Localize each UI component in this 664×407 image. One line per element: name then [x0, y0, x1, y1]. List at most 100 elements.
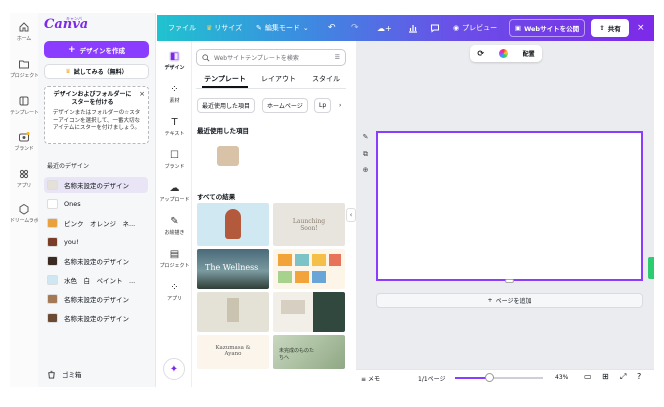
- create-design-button[interactable]: + デザインを作成: [44, 41, 149, 58]
- recent-design-item[interactable]: 名称未設定のデザイン: [44, 177, 148, 193]
- file-menu[interactable]: ファイル: [168, 15, 196, 41]
- filter-icon[interactable]: ☰: [335, 54, 340, 61]
- free-trial-button[interactable]: ♛ 試してみる（無料）: [44, 64, 149, 79]
- panel-tab-projects[interactable]: ▤ プロジェクト: [157, 249, 192, 269]
- notes-button[interactable]: ≡ メモ: [361, 374, 380, 383]
- chip-lp[interactable]: Lp: [314, 98, 332, 113]
- recent-design-label: 名称未設定のデザイン: [64, 296, 129, 304]
- cloud-save-icon[interactable]: ☁+: [377, 15, 392, 41]
- star-promo-card: デザインおよびフォルダーにスターを付ける デザインまたはフォルダーの☆スターアイ…: [44, 86, 149, 144]
- close-icon[interactable]: ×: [139, 90, 145, 98]
- recent-design-label: ピンク オレンジ ネ...: [64, 220, 136, 228]
- page-grid-icon[interactable]: ▭: [584, 372, 592, 381]
- fullscreen-icon[interactable]: ⤢: [620, 372, 626, 382]
- design-page[interactable]: [376, 131, 643, 281]
- recent-design-item[interactable]: 名称未設定のデザイン: [44, 253, 148, 269]
- undo-icon[interactable]: ↶: [328, 15, 336, 41]
- template-thumb[interactable]: [197, 203, 269, 246]
- panel-tab-elements[interactable]: ⁘ 素材: [157, 84, 192, 104]
- layout-button[interactable]: 配置: [523, 49, 535, 58]
- thumb-shape: [295, 254, 309, 266]
- side-helper-tab[interactable]: [648, 257, 654, 279]
- notes-icon[interactable]: ✎: [361, 133, 370, 142]
- dream-lab-icon: [18, 203, 30, 215]
- recent-template-thumb[interactable]: [197, 136, 269, 178]
- insights-icon[interactable]: [408, 15, 418, 41]
- chips-scroll-right[interactable]: ›: [337, 98, 344, 113]
- rail-item-apps[interactable]: アプリ: [10, 168, 38, 189]
- panel-tab-label: プロジェクト: [159, 263, 190, 269]
- template-thumb[interactable]: The Wellness: [197, 249, 269, 289]
- comment-icon[interactable]: [430, 15, 440, 41]
- rail-item-projects[interactable]: プロジェクト: [10, 58, 38, 79]
- thumb-text: 未完成のものたちへ: [279, 348, 315, 361]
- panel-tab-apps[interactable]: ⁘ アプリ: [157, 282, 192, 302]
- rail-item-brand[interactable]: ブランド: [10, 131, 38, 152]
- template-search-input[interactable]: Webサイトテンプレートを検索 ☰: [196, 49, 346, 66]
- rail-item-templates[interactable]: テンプレート: [10, 95, 38, 116]
- thumb-shape: [295, 271, 309, 283]
- recent-design-label: Ones: [64, 200, 81, 208]
- page-resize-handle[interactable]: [505, 279, 514, 283]
- create-design-label: デザインを作成: [79, 46, 126, 55]
- recent-design-item[interactable]: ピンク オレンジ ネ...: [44, 215, 148, 231]
- panel-tab-draw[interactable]: ✎ お絵描き: [157, 216, 192, 236]
- projects-icon: ▤: [169, 249, 180, 260]
- template-thumb[interactable]: Kazumasa & Ayano: [197, 335, 269, 369]
- trash-button[interactable]: ゴミ箱: [47, 369, 82, 379]
- recent-design-item[interactable]: 水色 白 ペイント ...: [44, 272, 148, 288]
- resize-menu[interactable]: ♛ リサイズ: [206, 15, 242, 41]
- search-icon: [202, 53, 210, 62]
- search-placeholder: Webサイトテンプレートを検索: [214, 55, 299, 62]
- add-page-side-icon[interactable]: ⊕: [361, 166, 370, 175]
- refresh-icon[interactable]: ⟳: [477, 49, 484, 58]
- tab-layouts[interactable]: レイアウト: [261, 74, 296, 88]
- panel-tab-upload[interactable]: ☁ アップロード: [157, 183, 192, 203]
- recent-design-item[interactable]: 名称未設定のデザイン: [44, 310, 148, 326]
- share-icon: ⇪: [599, 24, 605, 32]
- plus-icon: +: [487, 297, 493, 304]
- template-thumb[interactable]: Launching Soon!: [273, 203, 345, 246]
- design-thumbnail: [47, 199, 58, 209]
- promo-title: デザインおよびフォルダーにスターを付ける: [53, 91, 132, 106]
- panel-collapse-handle[interactable]: ‹: [346, 208, 356, 222]
- plus-icon: +: [67, 44, 76, 55]
- trash-icon: [47, 370, 56, 379]
- preview-button[interactable]: ◉ プレビュー: [453, 15, 497, 41]
- chip-recent[interactable]: 最近使用した項目: [197, 98, 256, 113]
- tab-templates[interactable]: テンプレート: [202, 74, 248, 88]
- grid-view-icon[interactable]: ⊞: [602, 372, 609, 381]
- page-count[interactable]: 1/1ページ: [418, 374, 446, 383]
- recent-design-item[interactable]: Ones: [44, 196, 148, 212]
- chip-homepage[interactable]: ホームページ: [262, 98, 308, 113]
- duplicate-page-icon[interactable]: ⧉: [361, 150, 370, 159]
- share-button[interactable]: ⇪ 共有: [591, 19, 629, 37]
- template-thumb[interactable]: [273, 249, 345, 289]
- zoom-slider-handle[interactable]: [485, 373, 494, 382]
- close-editor-icon[interactable]: ×: [637, 15, 645, 41]
- redo-icon[interactable]: ↷: [351, 15, 359, 41]
- template-thumb[interactable]: [273, 292, 345, 332]
- rail-item-home[interactable]: ホーム: [10, 21, 38, 42]
- recent-design-item[interactable]: 名称未設定のデザイン: [44, 291, 148, 307]
- color-wheel-icon[interactable]: [498, 49, 508, 58]
- add-page-button[interactable]: + ページを追加: [376, 293, 643, 308]
- tab-styles[interactable]: スタイル: [312, 74, 340, 88]
- panel-tab-brand[interactable]: ☐ ブランド: [157, 150, 192, 170]
- eye-icon: ◉: [453, 24, 460, 32]
- tab-divider: [196, 88, 346, 89]
- publish-website-button[interactable]: ▣ Webサイトを公開: [509, 19, 585, 37]
- magic-sparkle-icon[interactable]: ✦: [163, 358, 185, 380]
- recent-design-label: you!: [64, 238, 79, 246]
- rail-item-dream-lab[interactable]: ドリームラボ: [10, 203, 38, 224]
- template-thumb[interactable]: 未完成のものたちへ: [273, 335, 345, 369]
- rail-label: ブランド: [14, 146, 34, 152]
- zoom-level[interactable]: 43%: [555, 374, 568, 381]
- panel-tab-text[interactable]: T テキスト: [157, 117, 192, 137]
- panel-tab-design[interactable]: ◧ デザイン: [157, 51, 192, 71]
- edit-mode-menu[interactable]: ✎ 編集モード ⌄: [256, 15, 309, 41]
- help-icon[interactable]: ?: [637, 372, 641, 381]
- template-thumb[interactable]: [197, 292, 269, 332]
- recent-design-item[interactable]: you!: [44, 234, 148, 250]
- thumb-shape: [312, 271, 326, 283]
